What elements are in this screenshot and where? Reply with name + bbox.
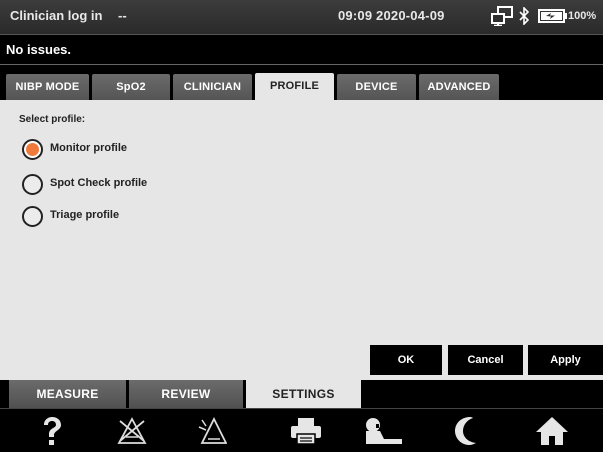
tab-profile[interactable]: PROFILE	[255, 73, 334, 101]
status-dash: --	[118, 8, 127, 23]
help-icon	[44, 417, 61, 445]
tab-settings[interactable]: SETTINGS	[246, 380, 361, 408]
radio-label: Monitor profile	[50, 142, 127, 154]
tab-device[interactable]: DEVICE	[337, 74, 416, 101]
radio-label: Triage profile	[50, 209, 120, 221]
apply-button[interactable]: Apply	[528, 345, 603, 375]
top-tab-bar: NIBP MODE SpO2 CLINICIAN PROFILE DEVICE …	[0, 64, 603, 101]
radio-button[interactable]	[22, 174, 43, 195]
user-login-label[interactable]: Clinician log in	[10, 8, 102, 23]
datetime-display: 09:09 2020-04-09	[338, 8, 445, 23]
night-mode-button[interactable]	[425, 409, 505, 452]
device-screen: Clinician log in -- 09:09 2020-04-09 100…	[0, 0, 603, 452]
radio-monitor-profile[interactable]: Monitor profile	[22, 139, 182, 161]
action-bar: OK Cancel Apply	[0, 345, 603, 380]
status-bar: Clinician log in -- 09:09 2020-04-09 100…	[0, 0, 603, 34]
night-mode-icon	[455, 417, 476, 445]
radio-button-selected[interactable]	[22, 139, 43, 160]
ok-button[interactable]: OK	[370, 345, 442, 375]
radio-button[interactable]	[22, 206, 43, 227]
tab-review[interactable]: REVIEW	[129, 380, 243, 408]
home-button[interactable]	[512, 409, 592, 452]
tab-nibp-mode[interactable]: NIBP MODE	[6, 74, 89, 101]
tab-measure[interactable]: MEASURE	[9, 380, 126, 408]
bottom-tab-bar: MEASURE REVIEW SETTINGS	[0, 380, 603, 408]
cancel-button[interactable]: Cancel	[448, 345, 523, 375]
tab-spo2[interactable]: SpO2	[92, 74, 170, 101]
bluetooth-icon	[519, 7, 529, 25]
alarm-pause-icon	[198, 417, 227, 444]
print-icon	[291, 418, 321, 445]
battery-icon	[538, 9, 567, 23]
print-button[interactable]	[266, 409, 346, 452]
alarm-silence-icon	[117, 417, 147, 444]
battery-percent: 100%	[568, 10, 597, 22]
tab-advanced[interactable]: ADVANCED	[419, 74, 499, 101]
radio-label: Spot Check profile	[50, 177, 148, 189]
status-message: No issues.	[6, 42, 72, 57]
radio-triage-profile[interactable]: Triage profile	[22, 206, 182, 228]
help-button[interactable]	[12, 409, 92, 452]
alarm-pause-button[interactable]	[172, 409, 252, 452]
patient-button[interactable]	[344, 409, 424, 452]
nav-bar	[0, 408, 603, 452]
profile-panel: Select profile: Monitor profile Spot Che…	[0, 100, 603, 380]
radio-spot-check-profile[interactable]: Spot Check profile	[22, 174, 182, 196]
network-icon	[491, 6, 513, 26]
select-profile-label: Select profile:	[19, 114, 86, 125]
home-icon	[536, 417, 568, 445]
message-bar: No issues.	[0, 34, 603, 64]
patient-icon	[366, 418, 402, 444]
alarm-silence-button[interactable]	[92, 409, 172, 452]
tab-clinician[interactable]: CLINICIAN	[173, 74, 252, 101]
